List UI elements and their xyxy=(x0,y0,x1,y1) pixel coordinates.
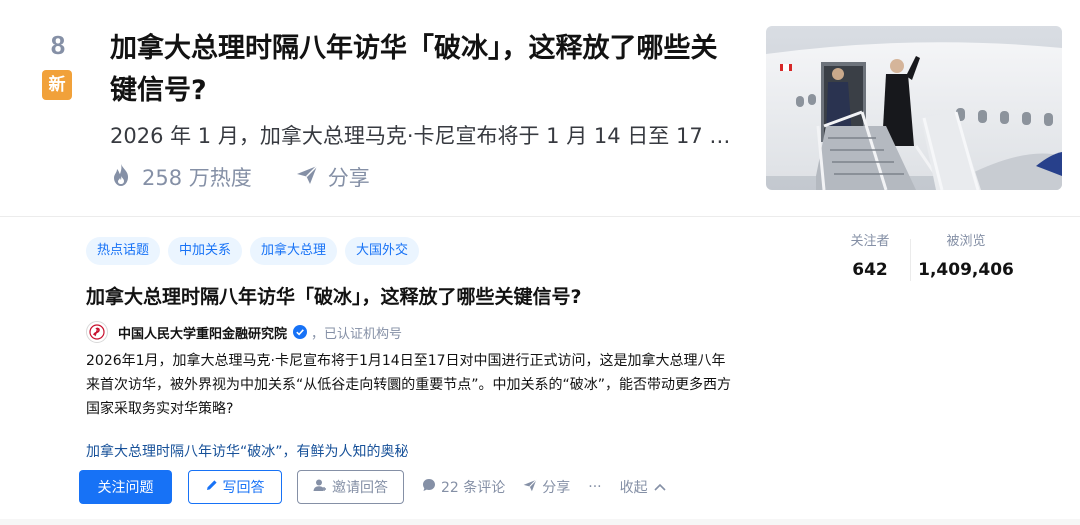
views-label: 被浏览 xyxy=(946,234,986,249)
chevron-up-icon xyxy=(654,483,671,491)
org-logo-icon xyxy=(89,324,105,340)
more-label: ··· xyxy=(588,479,602,495)
comments-label: 22 条评论 xyxy=(441,480,506,496)
collapse-button[interactable]: 收起 xyxy=(620,477,671,497)
hot-list-item[interactable]: 8 新 加拿大总理时隔八年访华「破冰」，这释放了哪些关键信号? 2026 年 1… xyxy=(0,0,1080,216)
topic-tags: 热点话题 中加关系 加拿大总理 大国外交 xyxy=(86,237,427,265)
airplane-stairs-photo xyxy=(766,26,1062,190)
followers-stat[interactable]: 关注者 642 xyxy=(830,233,910,283)
bottom-divider xyxy=(0,519,1080,525)
invite-user-icon xyxy=(313,478,332,496)
author-verification-label: ，已认证机构号 xyxy=(311,326,403,342)
invite-answer-button[interactable]: 邀请回答 xyxy=(297,470,404,504)
verified-icon xyxy=(293,325,308,339)
invite-answer-label: 邀请回答 xyxy=(332,480,388,496)
question-stats: 关注者 642 被浏览 1,409,406 xyxy=(830,233,1021,283)
follow-question-label: 关注问题 xyxy=(97,480,154,496)
followers-count: 642 xyxy=(852,260,888,280)
comments-button[interactable]: 22 条评论 xyxy=(422,477,505,497)
share-icon xyxy=(523,478,542,496)
pen-icon xyxy=(206,479,223,495)
topic-tag[interactable]: 热点话题 xyxy=(86,237,161,265)
heat-indicator: 258 万热度 xyxy=(110,162,252,192)
related-article-link[interactable]: 加拿大总理时隔八年访华“破冰”，有鲜为人知的奥秘 xyxy=(86,441,409,461)
question-detail: 2026年1月，加拿大总理马克·卡尼宣布将于1月14日至17日对中国进行正式访问… xyxy=(86,353,732,417)
topic-tag[interactable]: 加拿大总理 xyxy=(250,237,338,265)
avatar[interactable] xyxy=(86,321,108,343)
comment-icon xyxy=(422,478,441,496)
share-icon xyxy=(296,165,328,190)
collapse-label: 收起 xyxy=(619,480,648,496)
new-badge: 新 xyxy=(42,70,72,100)
write-answer-button[interactable]: 写回答 xyxy=(188,470,282,504)
share-label: 分享 xyxy=(542,480,571,496)
flame-icon xyxy=(110,163,142,192)
more-button[interactable]: ··· xyxy=(588,479,601,495)
hot-share-button[interactable]: 分享 xyxy=(296,162,370,192)
views-stat: 被浏览 1,409,406 xyxy=(911,233,1021,283)
hot-rank: 8 xyxy=(50,30,66,60)
share-button[interactable]: 分享 xyxy=(523,477,570,497)
heat-text: 258 万热度 xyxy=(142,166,252,190)
question-header: 热点话题 中加关系 加拿大总理 大国外交 关注者 642 被浏览 1,409,4… xyxy=(0,217,1080,519)
hot-share-label: 分享 xyxy=(327,166,370,190)
question-title: 加拿大总理时隔八年访华「破冰」，这释放了哪些关键信号? xyxy=(86,286,582,308)
hot-excerpt[interactable]: 2026 年 1 月，加拿大总理马克·卡尼宣布将于 1 月 14 日至 17 日… xyxy=(110,120,740,152)
hot-meta: 258 万热度 分享 xyxy=(110,160,414,194)
write-answer-label: 写回答 xyxy=(222,480,265,496)
hot-title[interactable]: 加拿大总理时隔八年访华「破冰」，这释放了哪些关键信号? xyxy=(110,28,740,112)
topic-tag[interactable]: 中加关系 xyxy=(168,237,243,265)
hot-thumbnail-image[interactable] xyxy=(766,26,1062,190)
followers-label: 关注者 xyxy=(850,234,890,249)
question-author: 中国人民大学重阳金融研究院 ，已认证机构号 xyxy=(86,321,402,343)
views-count: 1,409,406 xyxy=(918,260,1014,280)
author-name[interactable]: 中国人民大学重阳金融研究院 xyxy=(118,323,287,342)
follow-question-button[interactable]: 关注问题 xyxy=(79,470,172,504)
topic-tag[interactable]: 大国外交 xyxy=(345,237,420,265)
question-action-bar: 关注问题 写回答 邀请回答 22 条评论 分享 ··· 收起 xyxy=(79,470,671,504)
